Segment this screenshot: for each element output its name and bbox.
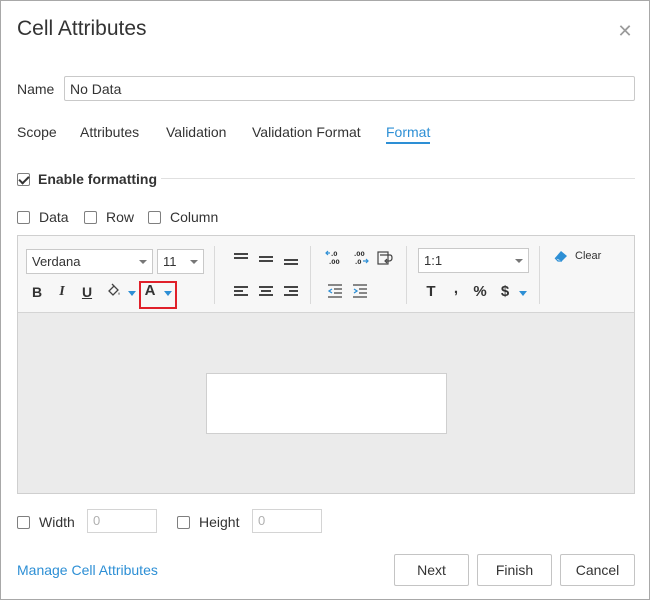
scope-option-column: Column [148,209,218,225]
clear-button[interactable]: Clear [553,249,601,263]
enable-formatting-label: Enable formatting [38,171,158,187]
dialog-title: Cell Attributes [17,17,147,40]
ratio-select[interactable]: 1:1 [418,248,529,273]
tab-validation-format[interactable]: Validation Format [252,124,361,140]
align-bottom-icon[interactable] [281,250,301,270]
scope-option-row: Row [84,209,134,225]
percent-style-icon[interactable]: % [470,281,490,301]
format-preview [206,373,447,434]
fill-color-dropdown-icon[interactable] [128,291,136,296]
underline-icon[interactable]: U [77,282,97,302]
wrap-text-icon[interactable] [375,248,395,268]
eraser-icon [554,251,567,262]
name-input[interactable] [64,76,635,101]
row-checkbox[interactable] [84,210,97,224]
font-size-select[interactable]: 11 [157,249,204,274]
tab-format[interactable]: Format [386,124,431,144]
width-row: Width [17,514,75,530]
width-label: Width [39,514,75,530]
font-size-value: 11 [163,254,177,269]
cancel-button[interactable]: Cancel [560,554,635,586]
toolbar-separator [539,246,540,304]
scope-option-data: Data [17,209,69,225]
ratio-value: 1:1 [424,253,443,268]
chevron-down-icon [139,260,147,264]
chevron-down-icon [515,259,523,263]
name-label: Name [17,81,55,97]
width-input[interactable]: 0 [87,509,157,533]
data-checkbox[interactable] [17,210,30,224]
increase-decimal-icon[interactable]: .0.00 [324,248,344,268]
text-format-icon[interactable]: T [421,281,441,301]
toolbar-separator [310,246,311,304]
svg-text:.0: .0 [355,259,361,266]
currency-dropdown-icon[interactable] [519,291,527,296]
fill-color-icon[interactable] [104,281,124,301]
height-label: Height [199,514,240,530]
data-label: Data [39,209,69,225]
decrease-decimal-icon[interactable]: .00.0 [350,248,370,268]
decrease-indent-icon[interactable] [325,281,345,301]
increase-indent-icon[interactable] [350,281,370,301]
align-left-icon[interactable] [231,281,251,301]
font-color-highlight [139,281,177,309]
bold-icon[interactable]: B [27,282,47,302]
align-right-icon[interactable] [281,281,301,301]
svg-text:.00: .00 [354,251,365,258]
row-label: Row [106,209,135,225]
tab-scope[interactable]: Scope [17,124,57,140]
align-center-icon[interactable] [256,281,276,301]
enable-formatting-checkbox[interactable] [17,172,30,186]
format-editor: Verdana 11 B I U A .0 .00 .00 .0 1:1 T ,… [17,235,635,494]
manage-cell-attributes-link[interactable]: Manage Cell Attributes [17,562,158,578]
height-checkbox[interactable] [177,515,190,529]
tab-attributes[interactable]: Attributes [80,124,139,140]
column-label: Column [170,209,219,225]
finish-button[interactable]: Finish [477,554,552,586]
column-checkbox[interactable] [148,210,161,224]
height-row: Height [177,514,239,530]
italic-icon[interactable]: I [52,282,72,302]
toolbar-separator [214,246,215,304]
cell-attributes-dialog: Cell Attributes ✕ Name Scope Attributes … [0,0,650,600]
width-checkbox[interactable] [17,515,30,529]
svg-text:.0: .0 [331,251,337,258]
tab-validation[interactable]: Validation [166,124,226,140]
next-button[interactable]: Next [394,554,469,586]
chevron-down-icon [190,260,198,264]
align-top-icon[interactable] [231,248,251,268]
align-middle-icon[interactable] [256,249,276,269]
clear-label: Clear [575,250,602,262]
enable-formatting-row: Enable formatting [17,171,157,187]
font-family-value: Verdana [32,254,81,269]
font-family-select[interactable]: Verdana [26,249,153,274]
svg-text:.00: .00 [329,259,340,266]
toolbar-separator [406,246,407,304]
section-divider [161,178,635,179]
format-toolbar: Verdana 11 B I U A .0 .00 .00 .0 1:1 T ,… [18,236,634,313]
height-input[interactable]: 0 [252,509,322,533]
close-icon[interactable]: ✕ [617,22,633,40]
currency-style-icon[interactable]: $ [495,281,515,301]
comma-style-icon[interactable]: , [446,278,466,298]
